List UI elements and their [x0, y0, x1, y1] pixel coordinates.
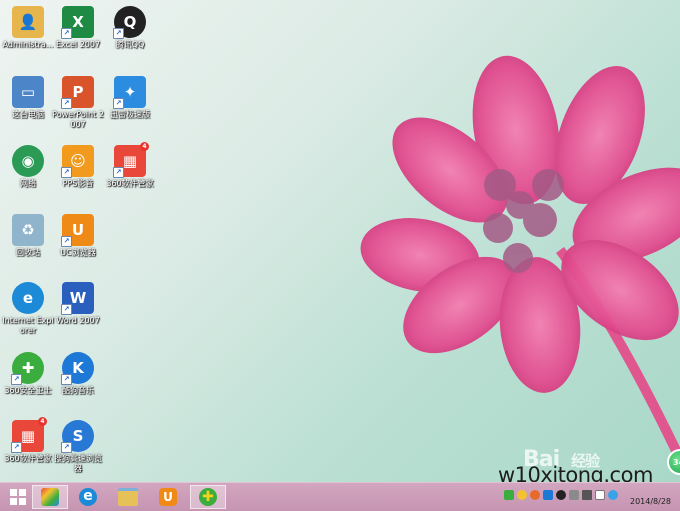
desktop-wallpaper: 👤 Administra... X ↗ Excel 2007 Q ↗ 腾讯QQ ▭ … — [0, 0, 680, 482]
desktop-icon-internet-explorer[interactable]: e Internet Explorer — [0, 280, 56, 342]
desktop-icon-label: 360软件管家 — [4, 454, 52, 463]
desktop-icon-label: 酷狗音乐 — [62, 386, 94, 395]
desktop-icon-qq[interactable]: Q ↗ 腾讯QQ — [102, 4, 158, 66]
desktop-icon-label: Word 2007 — [56, 316, 100, 325]
sogou-browser-icon: S ↗ — [61, 420, 94, 453]
desktop-icon-this-pc[interactable]: ▭ 这台电脑 — [0, 74, 56, 136]
qq-penguin-icon: Q ↗ — [113, 6, 146, 39]
desktop-icon-label: 网络 — [20, 179, 36, 188]
taskbar-ie-button[interactable]: e — [70, 485, 106, 509]
recycle-bin-icon: ♻ — [12, 214, 44, 246]
tray-app-icon[interactable] — [517, 490, 527, 500]
desktop-icon-label: Excel 2007 — [55, 40, 101, 49]
desktop-icon-label: UC浏览器 — [60, 248, 96, 257]
desktop-icon-sogou-browser[interactable]: S ↗ 搜狗高速浏览器 — [50, 418, 106, 480]
tray-app-icon[interactable] — [530, 490, 540, 500]
excel-icon: X ↗ — [61, 6, 94, 39]
desktop-icon-label: 回收站 — [16, 248, 40, 257]
desktop-icon-360-software[interactable]: ▦ 4 ↗ 360软件管家 — [102, 142, 158, 205]
desktop-icon-powerpoint[interactable]: P ↗ PowerPoint 2007 — [50, 74, 106, 136]
desktop-icon-uc-browser[interactable]: U ↗ UC浏览器 — [50, 212, 106, 274]
desktop-icon-label: 这台电脑 — [12, 110, 44, 119]
volume-tray-icon[interactable] — [595, 490, 605, 500]
word-icon: W ↗ — [61, 282, 94, 315]
kugou-icon: K ↗ — [61, 352, 94, 385]
powerpoint-icon: P ↗ — [61, 76, 94, 109]
taskbar: e U ✚ 2014/8/28 — [0, 482, 680, 511]
desktop-icon-label: 腾讯QQ — [115, 40, 145, 49]
taskbar-file-explorer-button[interactable] — [110, 485, 146, 509]
desktop-icon-kugou[interactable]: K ↗ 酷狗音乐 — [50, 350, 106, 412]
desktop-icon-label: Internet Explorer — [2, 316, 54, 335]
desktop-icon-network[interactable]: ◉ 网络 — [0, 143, 56, 205]
desktop-icon-administrator[interactable]: 👤 Administra... — [0, 4, 56, 66]
360-security-icon: ✚ ↗ — [11, 352, 44, 385]
desktop-icon-excel[interactable]: X ↗ Excel 2007 — [50, 4, 106, 66]
desktop-icon-360-security[interactable]: ✚ ↗ 360安全卫士 — [0, 350, 56, 412]
file-explorer-icon — [118, 488, 138, 506]
network-globe-icon: ◉ — [12, 145, 44, 177]
taskbar-360-software-button[interactable] — [32, 485, 68, 509]
360-software-icon: ▦ 4 ↗ — [113, 142, 149, 178]
desktop-icon-label: PPS影音 — [62, 179, 94, 188]
360-software-icon — [41, 488, 59, 506]
thunder-icon: ✦ ↗ — [113, 76, 146, 109]
uc-browser-icon: U ↗ — [61, 214, 94, 247]
360-software-icon: ▦ 4 ↗ — [11, 417, 47, 453]
360-security-icon: ✚ — [199, 488, 217, 506]
ie-icon: e — [79, 488, 97, 506]
network-tray-icon[interactable] — [582, 490, 592, 500]
ie-icon: e — [12, 282, 44, 314]
desktop-icon-recycle-bin[interactable]: ♻ 回收站 — [0, 212, 56, 274]
desktop-icon-label: PowerPoint 2007 — [52, 110, 104, 129]
folder-user-icon: 👤 — [12, 6, 44, 38]
desktop-icons-area: 👤 Administra... X ↗ Excel 2007 Q ↗ 腾讯QQ ▭ … — [0, 0, 170, 480]
desktop-icon-word[interactable]: W ↗ Word 2007 — [50, 280, 106, 342]
taskbar-360-security-button[interactable]: ✚ — [190, 485, 226, 509]
tray-app-icon[interactable] — [543, 490, 553, 500]
desktop-icon-360-software-2[interactable]: ▦ 4 ↗ 360软件管家 — [0, 417, 56, 480]
computer-icon: ▭ — [12, 76, 44, 108]
taskbar-uc-browser-button[interactable]: U — [150, 485, 186, 509]
tray-app-icon[interactable] — [608, 490, 618, 500]
uc-browser-icon: U — [159, 488, 177, 506]
desktop-icon-label: Administra... — [2, 40, 54, 49]
windows-start-icon — [10, 489, 26, 505]
qq-tray-icon[interactable] — [556, 490, 566, 500]
desktop-icon-label: 搜狗高速浏览器 — [54, 454, 102, 473]
desktop-icon-pps[interactable]: ☺ ↗ PPS影音 — [50, 143, 106, 205]
tray-app-icon[interactable] — [569, 490, 579, 500]
desktop-icon-thunder[interactable]: ✦ ↗ 迅雷极速版 — [102, 74, 158, 136]
site-watermark: w10xitong.com — [498, 463, 653, 482]
360-tray-icon[interactable] — [504, 490, 514, 500]
desktop-icon-label: 迅雷极速版 — [110, 110, 150, 119]
desktop-icon-label: 360安全卫士 — [4, 386, 52, 395]
taskbar-clock-date[interactable]: 2014/8/28 — [630, 497, 671, 506]
start-button[interactable] — [0, 485, 36, 509]
desktop-icon-label: 360软件管家 — [106, 179, 154, 188]
pps-icon: ☺ ↗ — [61, 145, 94, 178]
